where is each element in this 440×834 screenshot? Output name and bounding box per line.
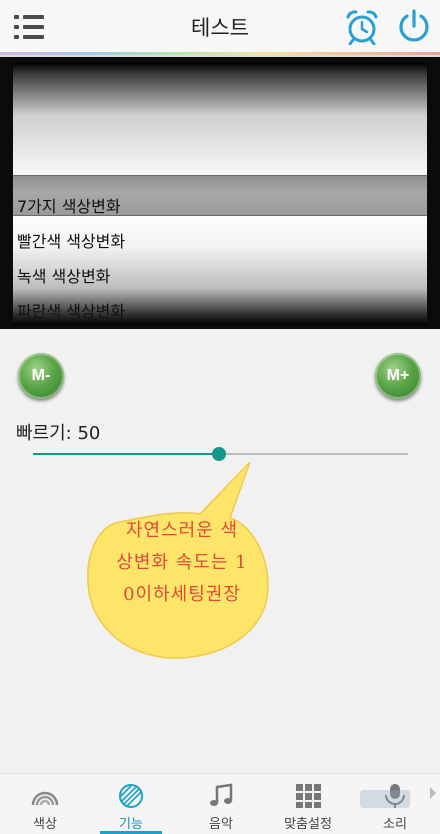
music-note-icon — [207, 783, 235, 809]
slider-fill — [33, 453, 219, 455]
tab-custom-settings[interactable]: 맞춤설정 — [277, 774, 339, 834]
watermark — [360, 790, 410, 808]
app-header: 테스트 — [0, 0, 440, 52]
m-plus-button[interactable]: M+ — [375, 353, 421, 399]
slider-thumb[interactable] — [212, 447, 226, 461]
color-mode-picker[interactable]: 7가지 색상변화 빨간색 색상변화 녹색 색상변화 파란색 색상변화 — [0, 57, 440, 329]
rainbow-icon — [31, 783, 59, 809]
menu-icon[interactable] — [14, 14, 44, 40]
grid-icon — [294, 783, 322, 809]
tab-color[interactable]: 색상 — [14, 774, 76, 834]
picker-drum[interactable]: 7가지 색상변화 빨간색 색상변화 녹색 색상변화 파란색 색상변화 — [13, 63, 427, 325]
speed-slider[interactable] — [33, 444, 408, 464]
page-title: 테스트 — [191, 16, 249, 40]
picker-option[interactable]: 녹색 색상변화 — [17, 263, 110, 287]
m-minus-button[interactable]: M- — [18, 353, 64, 399]
striped-circle-icon — [117, 783, 145, 809]
power-icon[interactable] — [396, 8, 432, 44]
picker-option[interactable]: 빨간색 색상변화 — [17, 228, 125, 252]
picker-option[interactable]: 7가지 색상변화 — [17, 193, 121, 217]
speed-label: 빠르기: 50 — [16, 423, 101, 444]
tip-text: 자연스러운 색 상변화 속도는 1 0이하세팅권장 — [116, 520, 248, 605]
tab-music[interactable]: 음악 — [190, 774, 252, 834]
chevron-right-icon[interactable] — [428, 785, 438, 799]
alarm-clock-icon[interactable] — [345, 9, 379, 46]
tab-function[interactable]: 기능 — [100, 774, 162, 834]
picker-option[interactable]: 파란색 색상변화 — [17, 298, 125, 322]
